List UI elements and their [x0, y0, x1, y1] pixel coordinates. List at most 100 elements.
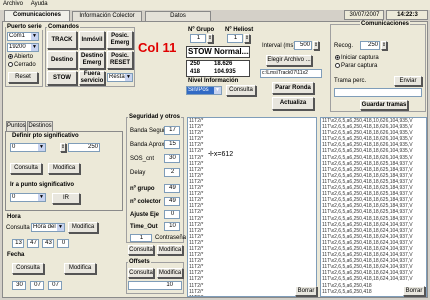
log-left-lines: 11T2/* 11T2/* 11T2/* 11T2/* 11T2/* 11T2/* 11T2…	[188, 118, 316, 296]
fecha-modifica-button[interactable]: Modifica	[64, 263, 96, 274]
fuera-servicio-button[interactable]: Fuera servicio	[79, 71, 105, 85]
main-window: Archivo Ayuda Comunicaciones Información…	[0, 0, 430, 300]
nivel-select[interactable]: Sin/Pos ▼	[186, 86, 222, 95]
trama-input[interactable]	[334, 88, 422, 97]
interval-label: Interval (ms)	[262, 43, 296, 49]
hora-s[interactable]: 43	[42, 239, 54, 248]
log-right-list[interactable]: 11T\x2,6,5,a6,250,418,10,626,104,935,V 11…	[320, 117, 427, 297]
trama-label: Trama perc.	[334, 78, 367, 84]
fecha-y[interactable]: 07	[48, 281, 62, 290]
restau-select[interactable]: Restau ▼	[107, 73, 133, 82]
interval-input[interactable]: 500	[294, 41, 312, 50]
crosshair-icon: ✛	[208, 151, 214, 158]
fecha-consulta-button[interactable]: Consulta	[12, 263, 44, 274]
definir-select[interactable]: 0 ▼	[10, 143, 46, 152]
radio-parar-captura[interactable]: Parar captura	[335, 63, 377, 69]
posic-reset-button[interactable]: Posic. RESET	[107, 51, 133, 69]
destino-emerg-button[interactable]: Destino Emerg	[79, 51, 105, 69]
heliost-label: Nº Heliost	[225, 27, 254, 33]
contrasena-label: Contraseña	[155, 235, 187, 241]
comandos-title: Comandos	[47, 24, 81, 30]
definir-spin-button[interactable]: ⇕	[60, 143, 66, 152]
grupo-label: Nº Grupo	[188, 27, 215, 33]
track-button[interactable]: TRACK	[47, 31, 77, 49]
seguridad-consulta-button[interactable]: Consulta	[128, 245, 154, 255]
enviar-button[interactable]: Enviar	[394, 76, 422, 86]
grupo-num-label: nº grupo	[130, 186, 155, 192]
inmovil-button[interactable]: Inmóvil	[79, 31, 105, 49]
actualiza-button[interactable]: Actualiza	[272, 97, 314, 110]
recog-label: Recog.	[334, 43, 354, 49]
menu-ayuda[interactable]: Ayuda	[28, 0, 51, 8]
grupo-spin-button[interactable]: ⇕	[207, 34, 213, 43]
log-left-list[interactable]: 11T2/* 11T2/* 11T2/* 11T2/* 11T2/* 11T2/* 11T2…	[187, 117, 317, 297]
borrar-left-button[interactable]: Borrar	[295, 286, 317, 296]
guardar-tramas-button[interactable]: Guardar tramas	[360, 100, 408, 110]
radio-abierto[interactable]: Abierto	[8, 54, 33, 60]
hora-h[interactable]: 13	[12, 239, 24, 248]
chevron-down-icon: ▼	[38, 144, 45, 151]
hora-d[interactable]: 0	[57, 239, 69, 248]
radio-iniciar-captura[interactable]: Iniciar captura	[335, 55, 379, 61]
recog-spin-button[interactable]: ⇕	[381, 41, 387, 50]
grupo-num-input[interactable]: 49	[164, 184, 180, 193]
spin-arrows-icon: ⇕	[313, 41, 319, 48]
sos-cnt-input[interactable]: 30	[164, 154, 180, 163]
log-line: 11T\x2,6,5,a6,250,418,18,624,104,937,V	[322, 276, 413, 283]
hora-mode-select[interactable]: Hora del s ▼	[31, 223, 65, 232]
ir-button[interactable]: IR	[52, 193, 80, 204]
destino-button[interactable]: Destino	[47, 51, 77, 69]
reset-button[interactable]: Reset	[8, 72, 38, 83]
chevron-down-icon: ▼	[31, 44, 38, 51]
sos-cnt-label: SOS_cnt	[130, 156, 155, 162]
log-line: 11T\x2,6,5,a6,250,418,18,625,184,937,V	[322, 209, 413, 216]
ajuste-eje-input[interactable]: 0	[164, 210, 180, 219]
posic-emerg-button[interactable]: Posic. Emerg	[107, 31, 133, 49]
hora-m[interactable]: 47	[27, 239, 39, 248]
puntos-consulta-button[interactable]: Consulta	[10, 163, 42, 174]
definir-value-input[interactable]: 250	[68, 143, 100, 152]
file-path-input[interactable]: c:\Lms\Track07\11x2	[260, 69, 322, 78]
chevron-down-icon: ▼	[125, 74, 132, 81]
offsets-modifica-button[interactable]: Modifica	[157, 268, 183, 278]
puntos-modifica-button[interactable]: Modifica	[48, 163, 80, 174]
recog-input[interactable]: 250	[360, 41, 380, 50]
parar-ronda-button[interactable]: Parar Ronda	[272, 82, 314, 94]
elegir-archivo-button[interactable]: Elegir Archivo ...	[266, 55, 312, 66]
radio-cerrado[interactable]: Cerrado	[8, 62, 36, 68]
chevron-down-icon: ▼	[38, 194, 45, 201]
fecha-d[interactable]: 30	[12, 281, 26, 290]
interval-spin-button[interactable]: ⇕	[313, 41, 319, 50]
delay-label: Delay	[130, 170, 146, 176]
ir-title: Ir a punto significativo	[10, 182, 75, 188]
tab-puntos[interactable]: Puntos	[6, 121, 26, 131]
comunicaciones-capture-title: Comunicaciones	[360, 21, 411, 27]
offsets-consulta-button[interactable]: Consulta	[128, 268, 154, 278]
port-select[interactable]: Com1 ▼	[7, 32, 39, 41]
stow-button[interactable]: STOW	[47, 71, 77, 85]
contrasena-input[interactable]: 1	[130, 234, 152, 242]
borrar-right-button[interactable]: Borrar	[403, 286, 425, 296]
colector-num-input[interactable]: 49	[164, 197, 180, 206]
tab-informacion-colector[interactable]: Información Colector	[72, 11, 142, 21]
tab-destinos[interactable]: Destinos	[27, 121, 53, 131]
consulta-nivel-button[interactable]: Consulta	[226, 85, 256, 96]
baud-select[interactable]: 19200 ▼	[7, 43, 39, 52]
time-out-input[interactable]: 10	[164, 222, 180, 231]
delay-input[interactable]: 2	[164, 168, 180, 177]
tab-datos[interactable]: Datos	[145, 11, 211, 21]
log-line: 11T\x2,6,5,a6,250,418,18,624,104,937,V	[322, 233, 413, 240]
seguridad-modifica-button[interactable]: Modifica	[157, 245, 183, 255]
ir-select[interactable]: 0 ▼	[10, 193, 46, 202]
log-line: 11T\x2,6,5,a6,250,418,18,625,184,937,V	[322, 160, 413, 167]
fecha-mo[interactable]: 07	[30, 281, 44, 290]
banda-aprox-input[interactable]: 15	[164, 140, 180, 149]
grupo-input[interactable]: 1	[190, 34, 206, 43]
radio-iniciar-label: Iniciar captura	[341, 55, 379, 61]
banda-seguim-input[interactable]: 17	[164, 126, 180, 135]
heliost-input[interactable]: 1	[227, 34, 243, 43]
hora-modifica-button[interactable]: Modifica	[68, 222, 98, 233]
heliost-spin-button[interactable]: ⇕	[244, 34, 250, 43]
menu-archivo[interactable]: Archivo	[0, 0, 26, 8]
offsets-value-input[interactable]: 10	[128, 281, 182, 290]
